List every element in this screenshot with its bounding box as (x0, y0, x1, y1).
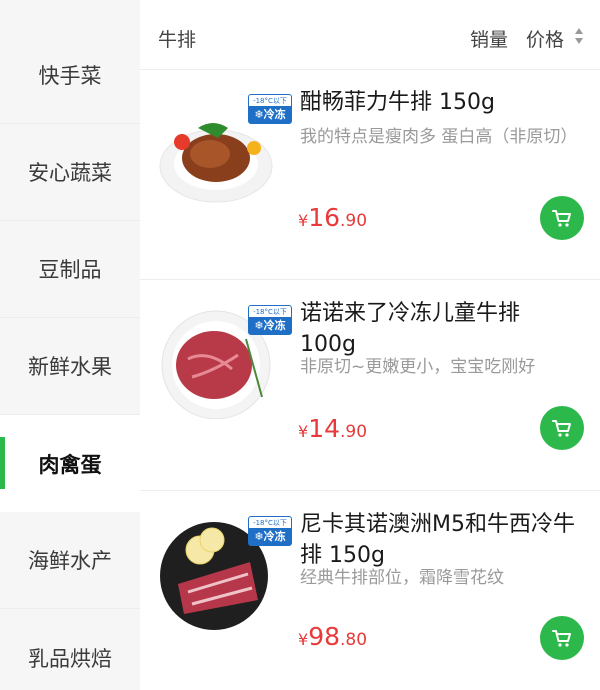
list-header: 牛排 销量 价格 (140, 0, 600, 70)
sort-by-price-button[interactable]: 价格 (526, 25, 564, 52)
frozen-badge: -18°C以下 ❄冷冻 (248, 305, 292, 335)
product-item[interactable]: -18°C以下 ❄冷冻 尼卡其诺澳洲M5和牛西冷牛排 150g 经典牛排部位，霜… (140, 492, 600, 690)
sidebar-item-vegetables[interactable]: 安心蔬菜 (0, 124, 140, 221)
product-description: 我的特点是瘦肉多 蛋白高（非原切） (300, 127, 578, 147)
price-decimal: .90 (340, 422, 368, 442)
sidebar-item-fruits[interactable]: 新鲜水果 (0, 318, 140, 415)
product-name[interactable]: 诺诺来了冷冻儿童牛排 100g (300, 298, 580, 360)
price-currency: ¥ (298, 211, 309, 230)
price-decimal: .90 (340, 211, 368, 231)
sidebar-item-label: 新鲜水果 (28, 355, 112, 379)
product-item[interactable]: -18°C以下 ❄冷冻 诺诺来了冷冻儿童牛排 100g 非原切~更嫩更小，宝宝吃… (140, 281, 600, 491)
product-image[interactable]: -18°C以下 ❄冷冻 (158, 88, 292, 208)
frozen-badge: -18°C以下 ❄冷冻 (248, 94, 292, 124)
sidebar-item-label: 豆制品 (38, 258, 102, 282)
sidebar-item-seafood[interactable]: 海鲜水产 (0, 512, 140, 609)
price-decimal: .80 (340, 630, 368, 650)
product-price: ¥14.90 (298, 414, 367, 443)
product-name[interactable]: 酣畅菲力牛排 150g (300, 87, 580, 118)
sidebar-item-label: 肉禽蛋 (38, 452, 102, 477)
frozen-badge-temp: -18°C以下 (253, 308, 287, 316)
sidebar-item-tofu[interactable]: 豆制品 (0, 221, 140, 318)
frozen-badge-temp: -18°C以下 (253, 519, 287, 527)
product-name[interactable]: 尼卡其诺澳洲M5和牛西冷牛排 150g (300, 509, 580, 571)
price-integer: 14 (308, 414, 340, 443)
price-currency: ¥ (298, 630, 309, 649)
sidebar-item-label: 海鲜水产 (28, 549, 112, 573)
sidebar-item-label: 快手菜 (38, 64, 102, 88)
frozen-badge-label: ❄冷冻 (249, 317, 291, 334)
sidebar-item-meat-poultry-eggs[interactable]: 肉禽蛋 (0, 415, 140, 512)
product-description: 非原切~更嫩更小，宝宝吃刚好 (300, 357, 536, 377)
product-price: ¥98.80 (298, 622, 367, 651)
product-image[interactable]: -18°C以下 ❄冷冻 (158, 299, 292, 420)
sidebar-item-kuaishoucai[interactable]: 快手菜 (0, 27, 140, 124)
price-currency: ¥ (298, 422, 309, 441)
sidebar-item-dairy-bakery[interactable]: 乳品烘焙 (0, 609, 140, 690)
category-sidebar: 快手菜 安心蔬菜 豆制品 新鲜水果 肉禽蛋 海鲜水产 乳品烘焙 (0, 0, 140, 690)
active-indicator (0, 437, 5, 489)
sort-by-sales-button[interactable]: 销量 (470, 25, 508, 52)
product-image[interactable]: -18°C以下 ❄冷冻 (158, 510, 292, 630)
sort-updown-icon[interactable] (574, 27, 584, 45)
product-item[interactable]: -18°C以下 ❄冷冻 酣畅菲力牛排 150g 我的特点是瘦肉多 蛋白高（非原切… (140, 70, 600, 280)
cart-icon (552, 420, 571, 437)
frozen-badge-temp: -18°C以下 (253, 97, 287, 105)
price-integer: 98 (308, 622, 340, 651)
frozen-badge-label: ❄冷冻 (249, 106, 291, 123)
product-description: 经典牛排部位，霜降雪花纹 (300, 568, 504, 588)
add-to-cart-button[interactable] (540, 616, 584, 660)
frozen-badge-label: ❄冷冻 (249, 528, 291, 545)
cart-icon (552, 210, 571, 227)
category-title: 牛排 (158, 29, 197, 51)
add-to-cart-button[interactable] (540, 196, 584, 240)
sidebar-item-label: 乳品烘焙 (28, 646, 112, 671)
frozen-badge: -18°C以下 ❄冷冻 (248, 516, 292, 546)
price-integer: 16 (308, 203, 340, 232)
sidebar-item-label: 安心蔬菜 (28, 161, 112, 185)
add-to-cart-button[interactable] (540, 406, 584, 450)
cart-icon (552, 630, 571, 647)
product-price: ¥16.90 (298, 203, 367, 232)
